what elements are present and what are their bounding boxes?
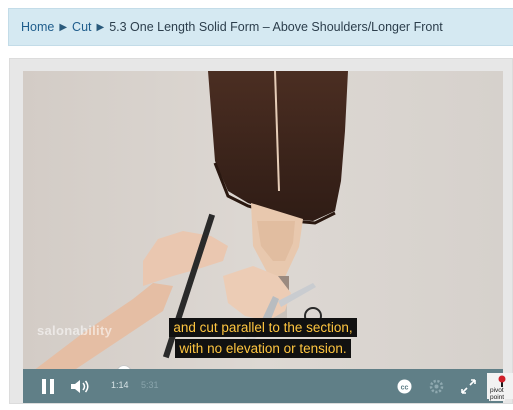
breadcrumb-cut-link[interactable]: Cut [72, 20, 91, 34]
breadcrumb: Home ▶ Cut ▶ 5.3 One Length Solid Form –… [8, 8, 513, 46]
breadcrumb-separator-icon: ▶ [96, 21, 105, 33]
svg-text:cc: cc [401, 384, 409, 391]
settings-icon[interactable] [429, 379, 444, 394]
breadcrumb-home-link[interactable]: Home [21, 20, 54, 34]
video-player: salonability and cut parallel to the sec… [9, 58, 513, 404]
closed-captions-icon[interactable]: cc [397, 379, 412, 394]
fullscreen-icon[interactable] [461, 379, 476, 394]
video-captions: and cut parallel to the section, with no… [23, 317, 503, 359]
caption-line-2: with no elevation or tension. [175, 339, 351, 358]
video-control-bar: 1:14 5:31 cc pivot point [23, 369, 513, 403]
time-current: 1:14 [111, 380, 129, 390]
breadcrumb-current-page: 5.3 One Length Solid Form – Above Should… [109, 20, 443, 34]
breadcrumb-separator-icon: ▶ [59, 21, 68, 33]
pause-icon[interactable] [41, 379, 55, 394]
time-total: 5:31 [141, 380, 159, 390]
volume-icon[interactable] [71, 379, 91, 394]
brand-name: pivot point [489, 387, 506, 401]
caption-line-1: and cut parallel to the section, [169, 318, 357, 337]
video-display[interactable]: salonability and cut parallel to the sec… [23, 71, 503, 371]
